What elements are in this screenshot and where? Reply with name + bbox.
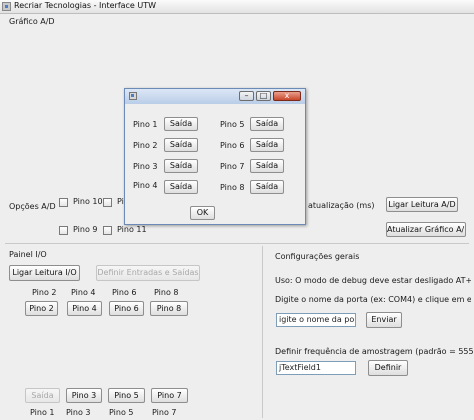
dialog-pino-4-saida-button[interactable]: Saída xyxy=(164,180,198,194)
maximize-icon[interactable]: □ xyxy=(256,91,271,101)
dialog-pin-label: Pino 8 xyxy=(220,183,245,192)
dialog-pin-label: Pino 4 xyxy=(133,181,158,190)
window-titlebar[interactable]: Recriar Tecnologias - Interface UTW xyxy=(0,0,474,14)
pin-label: Pino 4 xyxy=(71,288,96,297)
dialog-pino-8-saida-button[interactable]: Saída xyxy=(250,180,284,194)
checkbox-box[interactable] xyxy=(103,226,112,235)
checkbox-label: Pi xyxy=(117,197,124,206)
grafico-title: Gráfico A/D xyxy=(9,17,55,26)
checkbox-box[interactable] xyxy=(103,198,112,207)
checkbox-box[interactable] xyxy=(59,198,68,207)
refresh-interval-label: atualização (ms) xyxy=(308,201,375,210)
dialog-pin-label: Pino 1 xyxy=(133,120,158,129)
enviar-button[interactable]: Enviar xyxy=(366,312,402,328)
close-icon[interactable]: x xyxy=(273,91,301,101)
dialog-pin-label: Pino 5 xyxy=(220,120,245,129)
io-pino-7-button[interactable]: Pino 7 xyxy=(151,388,188,403)
ligar-leitura-io-button[interactable]: Ligar Leitura I/O xyxy=(9,265,80,281)
dialog-app-icon xyxy=(129,92,137,100)
ligar-leitura-ad-button[interactable]: Ligar Leitura A/D xyxy=(386,197,458,212)
dialog-pino-6-saida-button[interactable]: Saída xyxy=(250,138,284,152)
section-separator xyxy=(5,243,469,244)
debug-info-text: Uso: O modo de debug deve estar desligad… xyxy=(275,276,471,285)
io-pino-3-button[interactable]: Pino 3 xyxy=(66,388,102,403)
window-title: Recriar Tecnologias - Interface UTW xyxy=(14,1,157,10)
io-saida-button[interactable]: Saída xyxy=(25,388,60,403)
checkbox-label: Pino 11 xyxy=(117,225,147,234)
io-pino-2-button[interactable]: Pino 2 xyxy=(25,301,58,316)
panel-divider xyxy=(262,246,263,418)
dialog-pin-label: Pino 2 xyxy=(133,141,158,150)
pin-label: Pino 3 xyxy=(66,408,91,417)
io-pino-4-button[interactable]: Pino 4 xyxy=(67,301,102,316)
painel-io-title: Painel I/O xyxy=(9,250,47,259)
opcoes-label: Opções A/D xyxy=(9,202,56,211)
pin-config-dialog[interactable]: – □ x Pino 1 Saída Pino 5 Saída Pino 2 S… xyxy=(124,88,306,225)
dialog-pino-2-saida-button[interactable]: Saída xyxy=(164,138,198,152)
dialog-pino-7-saida-button[interactable]: Saída xyxy=(250,159,284,173)
pin-label: Pino 7 xyxy=(152,408,177,417)
dialog-titlebar[interactable]: – □ x xyxy=(125,89,305,104)
dialog-pino-1-saida-button[interactable]: Saída xyxy=(164,117,198,131)
dialog-pin-label: Pino 6 xyxy=(220,141,245,150)
config-title: Configurações gerais xyxy=(275,252,360,261)
atualizar-grafico-ad-button[interactable]: Atualizar Gráfico A/D xyxy=(386,222,466,237)
dialog-pin-label: Pino 3 xyxy=(133,162,158,171)
dialog-pino-5-saida-button[interactable]: Saída xyxy=(250,117,284,131)
checkbox-label: Pino 10 xyxy=(73,197,103,206)
definir-button[interactable]: Definir xyxy=(368,360,408,376)
dialog-ok-button[interactable]: OK xyxy=(190,206,215,220)
io-pino-8-button[interactable]: Pino 8 xyxy=(150,301,188,316)
pin-label: Pino 5 xyxy=(109,408,134,417)
checkbox-box[interactable] xyxy=(59,226,68,235)
definir-entradas-saidas-button[interactable]: Definir Entradas e Saídas xyxy=(96,265,200,281)
io-pino-6-button[interactable]: Pino 6 xyxy=(109,301,144,316)
port-instructions-text: Digite o nome da porta (ex: COM4) e cliq… xyxy=(275,295,471,304)
app-icon xyxy=(2,2,11,11)
sampling-freq-text: Definir frequência de amostragem (padrão… xyxy=(275,347,474,356)
io-pino-5-button[interactable]: Pino 5 xyxy=(108,388,145,403)
minimize-icon[interactable]: – xyxy=(239,91,254,101)
pin-label: Pino 8 xyxy=(154,288,179,297)
dialog-pin-label: Pino 7 xyxy=(220,162,245,171)
pin-label: Pino 1 xyxy=(30,408,55,417)
pin-label: Pino 6 xyxy=(112,288,137,297)
pin-label: Pino 2 xyxy=(32,288,57,297)
sampling-freq-input[interactable]: jTextField1 xyxy=(276,361,356,375)
dialog-pino-3-saida-button[interactable]: Saída xyxy=(164,159,198,173)
port-name-input[interactable]: igite o nome da porta xyxy=(276,313,356,327)
checkbox-label: Pino 9 xyxy=(73,225,98,234)
